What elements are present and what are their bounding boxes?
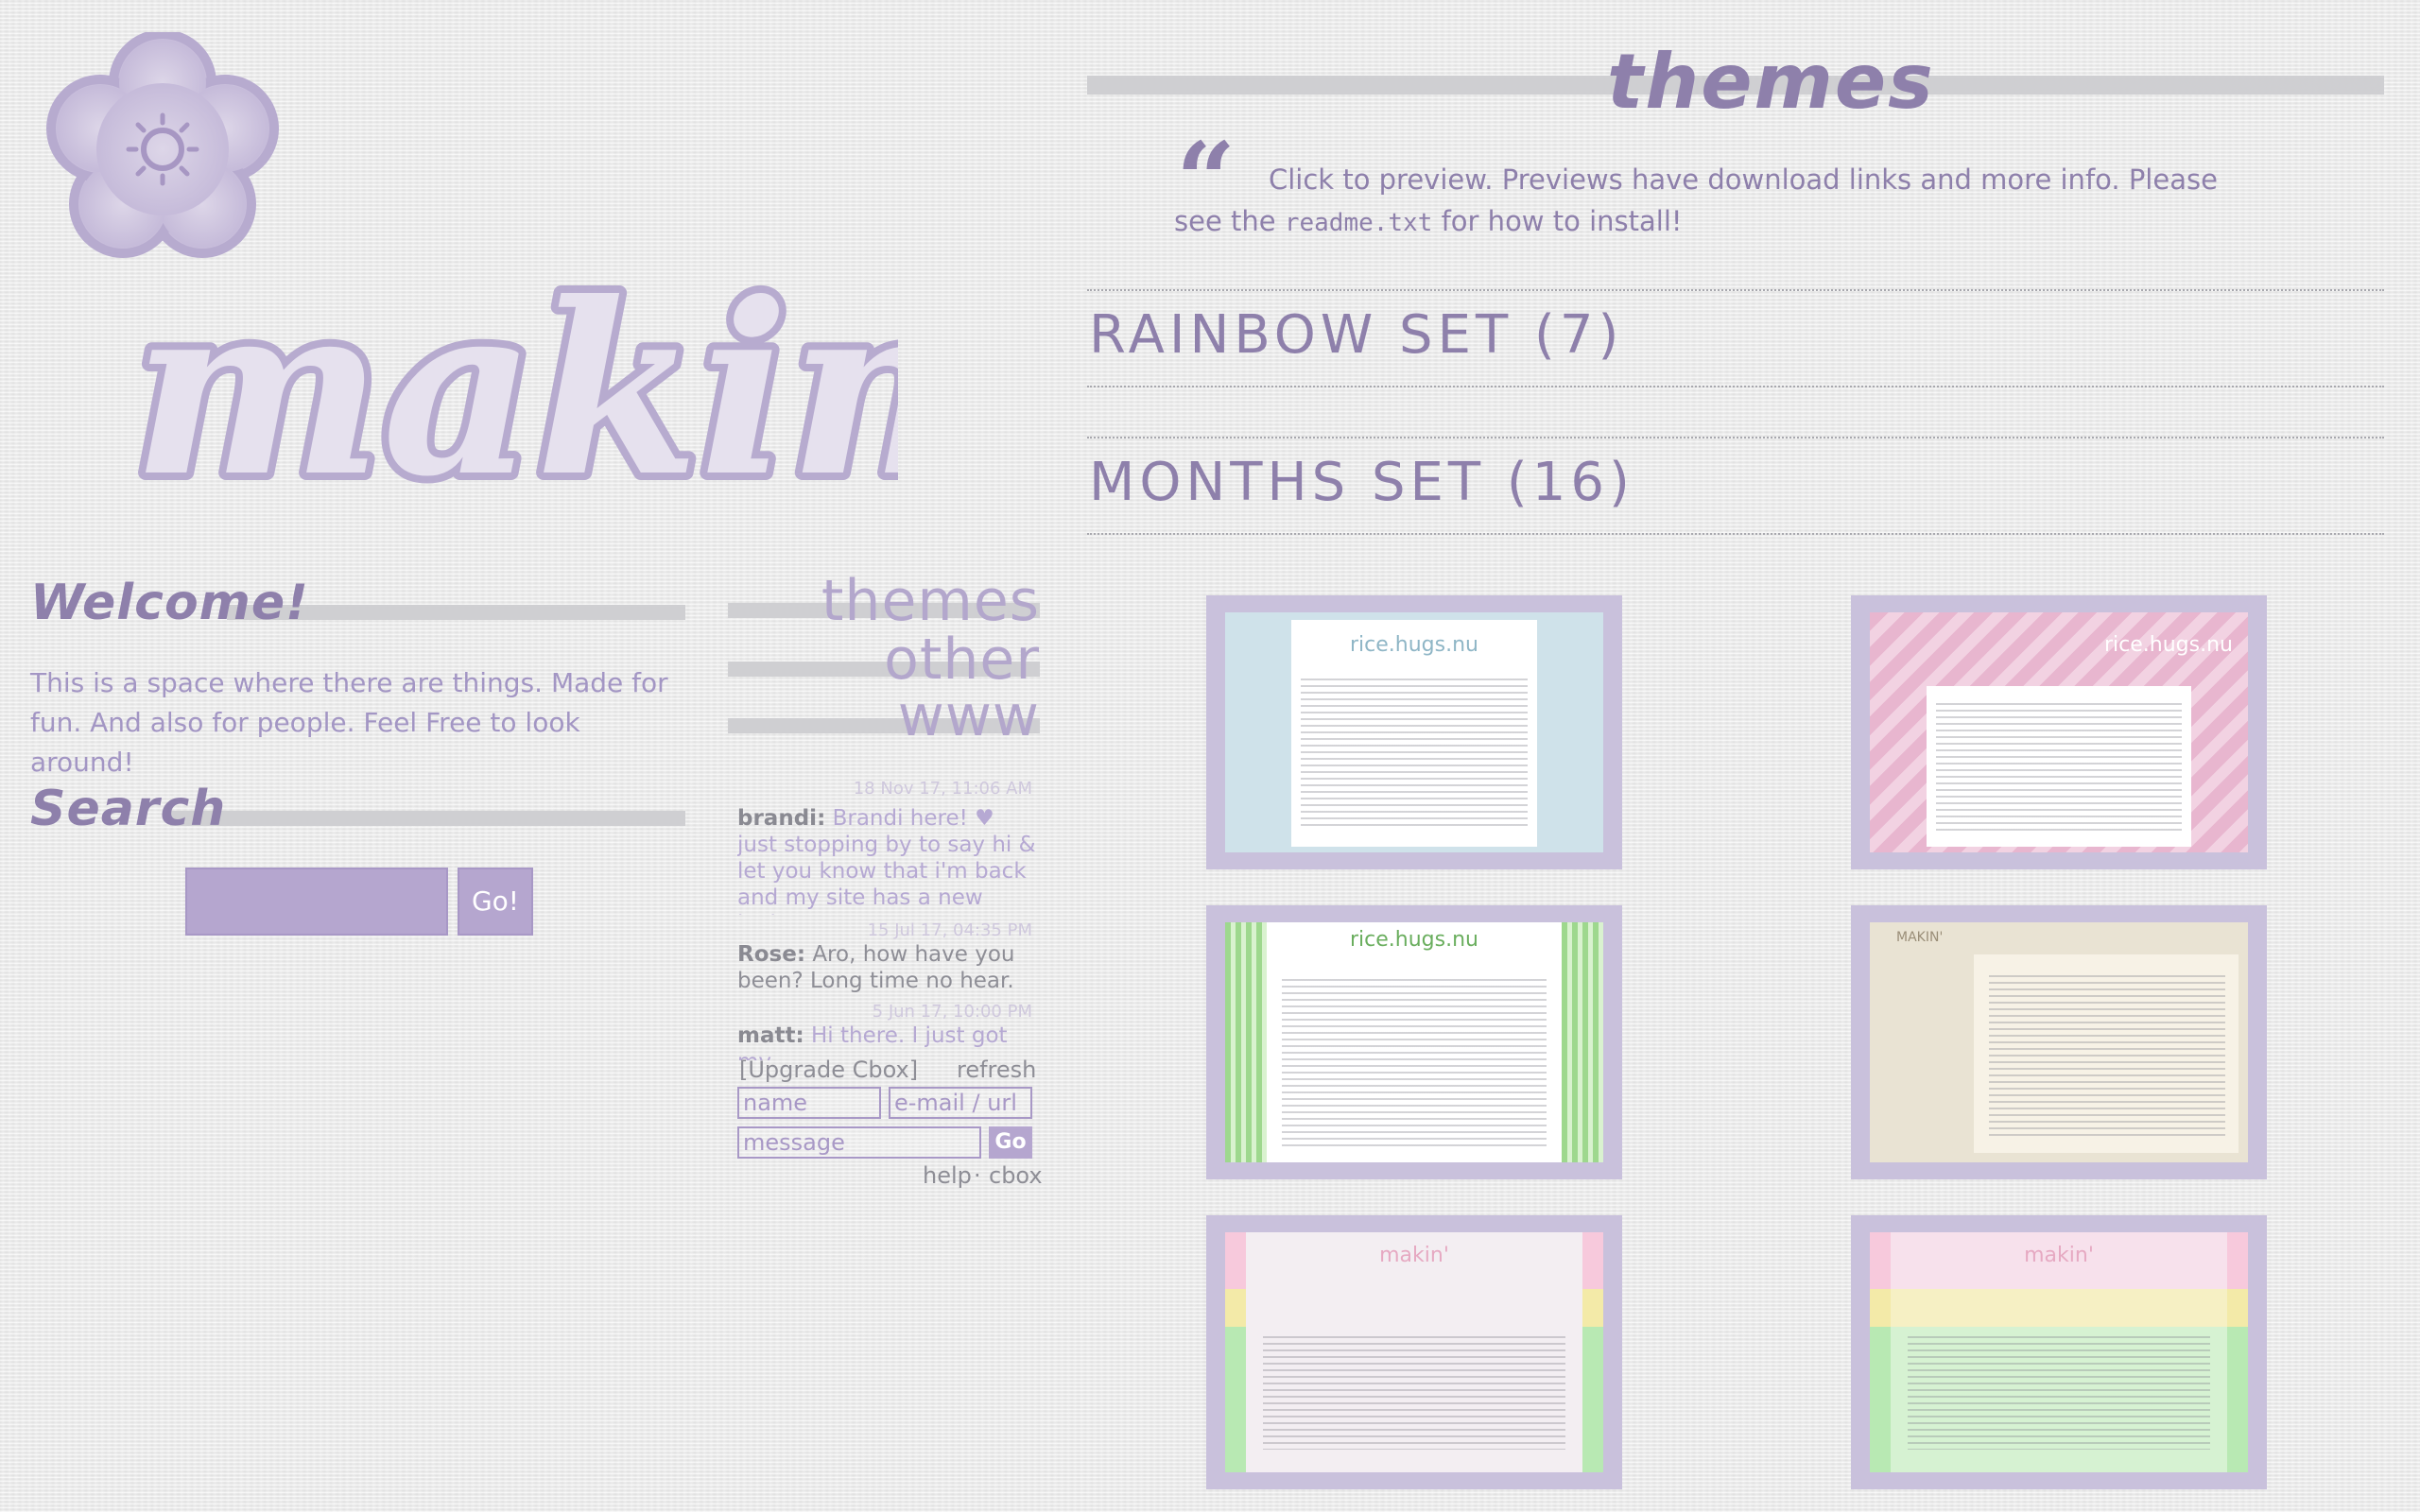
cbox-upgrade-link[interactable]: [Upgrade Cbox] bbox=[739, 1057, 918, 1083]
cbox-message-input[interactable]: message bbox=[737, 1126, 981, 1159]
set-heading-months[interactable]: MONTHS SET (16) bbox=[1089, 452, 1634, 513]
welcome-heading: Welcome! bbox=[30, 575, 309, 631]
cbox-message: brandi: Brandi here! ♥ just stopping by … bbox=[737, 805, 1040, 915]
nav-link-themes[interactable]: themes bbox=[821, 573, 1040, 629]
intro-text-after: for how to install! bbox=[1441, 205, 1683, 237]
cbox-timestamp: 15 Jul 17, 04:35 PM bbox=[867, 920, 1032, 940]
divider bbox=[1087, 386, 2384, 387]
nav-link-other[interactable]: other bbox=[884, 631, 1040, 688]
cbox-timestamp: 18 Nov 17, 11:06 AM bbox=[853, 779, 1032, 799]
makin-wordmark-logo[interactable]: makin' bbox=[123, 265, 898, 529]
cbox-timestamp: 5 Jun 17, 10:00 PM bbox=[872, 1002, 1032, 1022]
divider bbox=[1087, 533, 2384, 535]
readme-filename: readme.txt bbox=[1284, 209, 1433, 237]
flower-icon[interactable] bbox=[42, 32, 287, 268]
cbox-go-button[interactable]: Go bbox=[989, 1126, 1032, 1159]
search-input[interactable] bbox=[185, 868, 448, 936]
theme-thumbnail[interactable]: makin' bbox=[1206, 1215, 1622, 1489]
thumbnail-label: makin' bbox=[1379, 1244, 1449, 1267]
wordmark-text: makin' bbox=[132, 265, 898, 528]
thumbnail-label: rice.hugs.nu bbox=[2104, 633, 2233, 657]
cbox-refresh-link[interactable]: refresh bbox=[957, 1057, 1036, 1083]
cbox-author[interactable]: Rose bbox=[737, 942, 797, 967]
cbox-author[interactable]: matt bbox=[737, 1023, 795, 1048]
cbox-message: matt: Hi there. I just got my bbox=[737, 1022, 1040, 1060]
search-rule bbox=[170, 811, 685, 826]
nav-link-www[interactable]: www bbox=[898, 688, 1040, 745]
search-heading: Search bbox=[30, 781, 227, 837]
thumbnail-label: rice.hugs.nu bbox=[1350, 633, 1478, 657]
thumbnail-label: rice.hugs.nu bbox=[1350, 928, 1478, 952]
divider bbox=[1087, 437, 2384, 438]
theme-thumbnail[interactable]: MAKIN' bbox=[1851, 905, 2267, 1179]
theme-thumbnail[interactable]: rice.hugs.nu bbox=[1851, 595, 2267, 869]
search-go-button[interactable]: Go! bbox=[458, 868, 533, 936]
set-heading-rainbow[interactable]: RAINBOW SET (7) bbox=[1089, 304, 1623, 366]
thumbnail-label: makin' bbox=[2024, 1244, 2094, 1267]
cbox-email-input[interactable]: e-mail / url bbox=[889, 1087, 1032, 1119]
cbox-separator: · bbox=[974, 1162, 981, 1189]
cbox-cbox-link[interactable]: cbox bbox=[989, 1162, 1043, 1189]
page-title: themes bbox=[1607, 38, 1935, 126]
cbox-author[interactable]: brandi bbox=[737, 806, 817, 831]
theme-thumbnail[interactable]: rice.hugs.nu bbox=[1206, 905, 1622, 1179]
welcome-text: This is a space where there are things. … bbox=[30, 667, 668, 778]
cbox-name-input[interactable]: name bbox=[737, 1087, 881, 1119]
theme-thumbnail[interactable]: makin' bbox=[1851, 1215, 2267, 1489]
intro-text: Click to preview. Previews have download… bbox=[1174, 159, 2252, 244]
thumbnail-label: MAKIN' bbox=[1896, 930, 1944, 945]
cbox-help-link[interactable]: help bbox=[923, 1162, 972, 1189]
theme-thumbnail[interactable]: rice.hugs.nu bbox=[1206, 595, 1622, 869]
divider bbox=[1087, 289, 2384, 291]
cbox-message: Rose: Aro, how have you been? Long time … bbox=[737, 942, 1015, 993]
